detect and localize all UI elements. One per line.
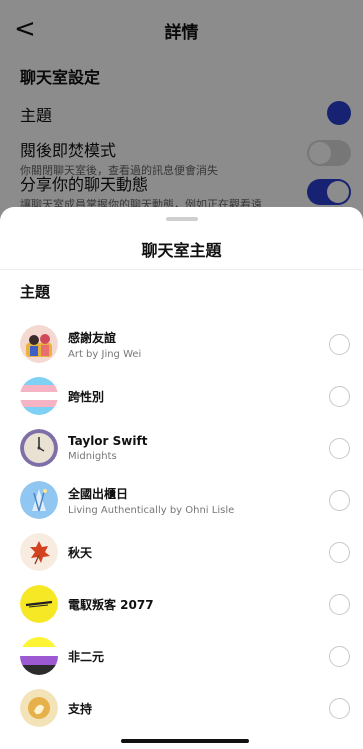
theme-radio[interactable] — [329, 438, 350, 459]
theme-item-support[interactable]: 支持 — [0, 682, 363, 734]
theme-name: 跨性別 — [68, 389, 105, 404]
friendship-art-icon — [20, 325, 58, 363]
theme-name: 電馭叛客 2077 — [68, 597, 154, 612]
theme-subtitle: Midnights — [68, 451, 117, 462]
theme-radio[interactable] — [329, 334, 350, 355]
support-icon — [20, 689, 58, 727]
autumn-leaf-icon — [20, 533, 58, 571]
theme-radio[interactable] — [329, 594, 350, 615]
theme-radio[interactable] — [329, 542, 350, 563]
theme-subtitle: Art by Jing Wei — [68, 348, 142, 360]
theme-radio[interactable] — [329, 698, 350, 719]
theme-item-coming-out-day[interactable]: 全國出櫃日 Living Authentically by Ohni Lisle — [0, 474, 363, 526]
sheet-title: 聊天室主題 — [141, 241, 222, 260]
sheet-grabber[interactable] — [166, 217, 198, 221]
cyberpunk-logo-icon — [20, 585, 58, 623]
coming-out-art-icon — [20, 481, 58, 519]
theme-item-friendship[interactable]: 感謝友誼 Art by Jing Wei — [0, 318, 363, 370]
theme-radio[interactable] — [329, 646, 350, 667]
themes-heading: 主題 — [20, 283, 51, 301]
theme-item-nonbinary[interactable]: 非二元 — [0, 630, 363, 682]
theme-item-cyberpunk[interactable]: 電馭叛客 2077 — [0, 578, 363, 630]
theme-radio[interactable] — [329, 386, 350, 407]
theme-item-taylor-swift[interactable]: Taylor Swift Midnights — [0, 422, 363, 474]
theme-name: Taylor Swift — [68, 434, 148, 448]
theme-list: 感謝友誼 Art by Jing Wei 跨性別 Taylor Swift Mi… — [0, 318, 363, 734]
theme-name: 感謝友誼 — [68, 330, 117, 345]
theme-item-transgender[interactable]: 跨性別 — [0, 370, 363, 422]
theme-name: 非二元 — [68, 649, 105, 664]
chat-theme-sheet: 聊天室主題 主題 感謝友誼 Art by Jing Wei 跨性別 Taylor… — [0, 207, 363, 749]
nonbinary-flag-icon — [20, 637, 58, 675]
home-indicator[interactable] — [121, 739, 249, 743]
theme-subtitle: Living Authentically by Ohni Lisle — [68, 504, 235, 516]
clock-icon — [20, 429, 58, 467]
divider — [0, 269, 363, 270]
theme-name: 秋天 — [68, 545, 93, 560]
theme-item-autumn[interactable]: 秋天 — [0, 526, 363, 578]
theme-radio[interactable] — [329, 490, 350, 511]
theme-name: 全國出櫃日 — [68, 486, 129, 501]
theme-name: 支持 — [68, 701, 93, 716]
transgender-flag-icon — [20, 377, 58, 415]
